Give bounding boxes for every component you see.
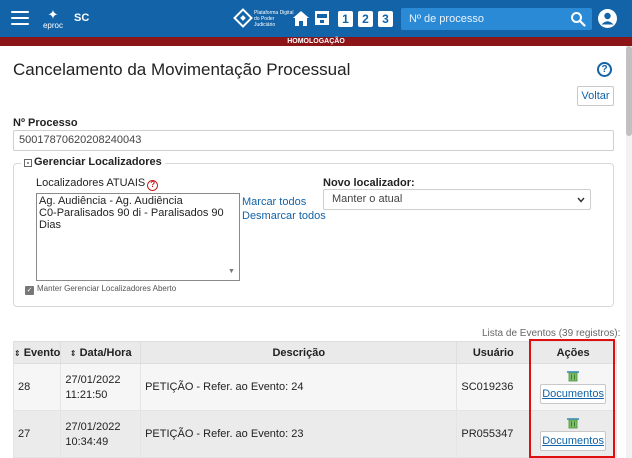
pdpj-label: Plataforma Digital do Poder Judiciário [254, 10, 294, 28]
new-locator-label: Novo localizador: [323, 177, 415, 189]
column-header-descricao: Descrição [140, 341, 458, 364]
event-time: 11:21:50 [65, 388, 108, 401]
keep-open-label: Manter Gerenciar Localizadores Aberto [37, 284, 177, 293]
process-number-label: Nº Processo [13, 117, 78, 129]
help-question-icon[interactable]: ? [147, 180, 159, 191]
event-description: PETIÇÃO - Refer. ao Evento: 23 [140, 410, 458, 458]
search-icon[interactable] [570, 11, 586, 27]
table-row: 27 27/01/2022 10:34:49 PETIÇÃO - Refer. a… [12, 410, 617, 458]
column-header-data-hora[interactable]: ⇕ Data/Hora [60, 341, 142, 364]
event-date: 27/01/2022 [65, 420, 121, 433]
eproc-logo[interactable]: ✦ eproc [40, 8, 66, 33]
pdpj-logo[interactable]: Plataforma Digital do Poder Judiciário [233, 8, 294, 29]
app-name: eproc [42, 21, 63, 30]
event-user: PR055347 [456, 410, 531, 458]
page-title: Cancelamento da Movimentação Processual [13, 60, 351, 79]
current-locators-label: Localizadores ATUAIS? [36, 177, 159, 191]
back-button[interactable]: Voltar [577, 86, 614, 106]
process-search [401, 8, 592, 30]
user-account-icon[interactable] [598, 9, 617, 28]
chevron-down-icon [577, 197, 585, 203]
quick-button-1[interactable]: 1 [338, 11, 353, 27]
process-number-field: 50017870620208240043 [13, 130, 614, 151]
keep-open-checkbox[interactable]: ✓ [25, 286, 34, 295]
quick-button-3[interactable]: 3 [378, 11, 393, 27]
events-table: ⇕ Evento ⇕ Data/Hora Descrição Usuário Açõ… [12, 341, 617, 458]
events-summary: Lista de Eventos (39 registros): [482, 328, 621, 339]
event-description: PETIÇÃO - Refer. ao Evento: 24 [140, 363, 458, 411]
top-bar: ✦ eproc SC Plataforma Digital do Poder J… [0, 0, 632, 37]
inbox-icon[interactable] [314, 10, 330, 26]
process-search-input[interactable] [401, 8, 566, 30]
deselect-all-link[interactable]: Desmarcar todos [242, 210, 326, 222]
localizadores-legend-text: Gerenciar Localizadores [34, 156, 162, 168]
actions-highlight-box [529, 339, 615, 458]
current-locators-label-text: Localizadores ATUAIS [36, 177, 146, 189]
help-icon[interactable]: ? [597, 62, 612, 77]
scrollbar-thumb[interactable] [626, 46, 632, 136]
table-row: 28 27/01/2022 11:21:50 PETIÇÃO - Refer. a… [12, 363, 617, 411]
evento-number: 27 [12, 410, 62, 458]
locator-item[interactable]: Ag. Audiência - Ag. Audiência [39, 195, 237, 207]
environment-banner: HOMOLOGAÇÃO [0, 37, 632, 46]
evento-number: 28 [12, 363, 62, 411]
column-header-evento[interactable]: ⇕ Evento [12, 341, 62, 364]
sort-icon[interactable]: ⇕ [14, 349, 21, 358]
hamburger-menu-icon[interactable] [11, 11, 29, 25]
event-datetime: 27/01/2022 11:21:50 [60, 363, 142, 411]
column-header-usuario: Usuário [456, 341, 531, 364]
collapse-icon[interactable]: - [24, 159, 32, 167]
locator-item[interactable]: C0-Paralisados 90 di - Paralisados 90 Di… [39, 207, 237, 231]
current-locators-list[interactable]: Ag. Audiência - Ag. Audiência C0-Paralis… [36, 193, 240, 281]
home-icon[interactable] [292, 10, 310, 27]
localizadores-legend[interactable]: - Gerenciar Localizadores [21, 156, 165, 168]
select-all-link[interactable]: Marcar todos [242, 196, 306, 208]
sort-icon[interactable]: ⇕ [70, 349, 77, 358]
new-locator-selected: Manter o atual [332, 193, 403, 205]
quick-button-2[interactable]: 2 [358, 11, 373, 27]
event-user: SC019236 [456, 363, 531, 411]
keep-open-option[interactable]: ✓ Manter Gerenciar Localizadores Aberto [25, 284, 176, 295]
state-label: SC [74, 12, 90, 24]
new-locator-select[interactable]: Manter o atual [323, 189, 591, 210]
list-scroll-down-icon[interactable]: ▼ [228, 268, 235, 275]
event-date: 27/01/2022 [65, 373, 121, 386]
event-time: 10:34:49 [65, 435, 109, 448]
page-scrollbar[interactable] [626, 46, 632, 458]
event-datetime: 27/01/2022 10:34:49 [60, 410, 142, 458]
